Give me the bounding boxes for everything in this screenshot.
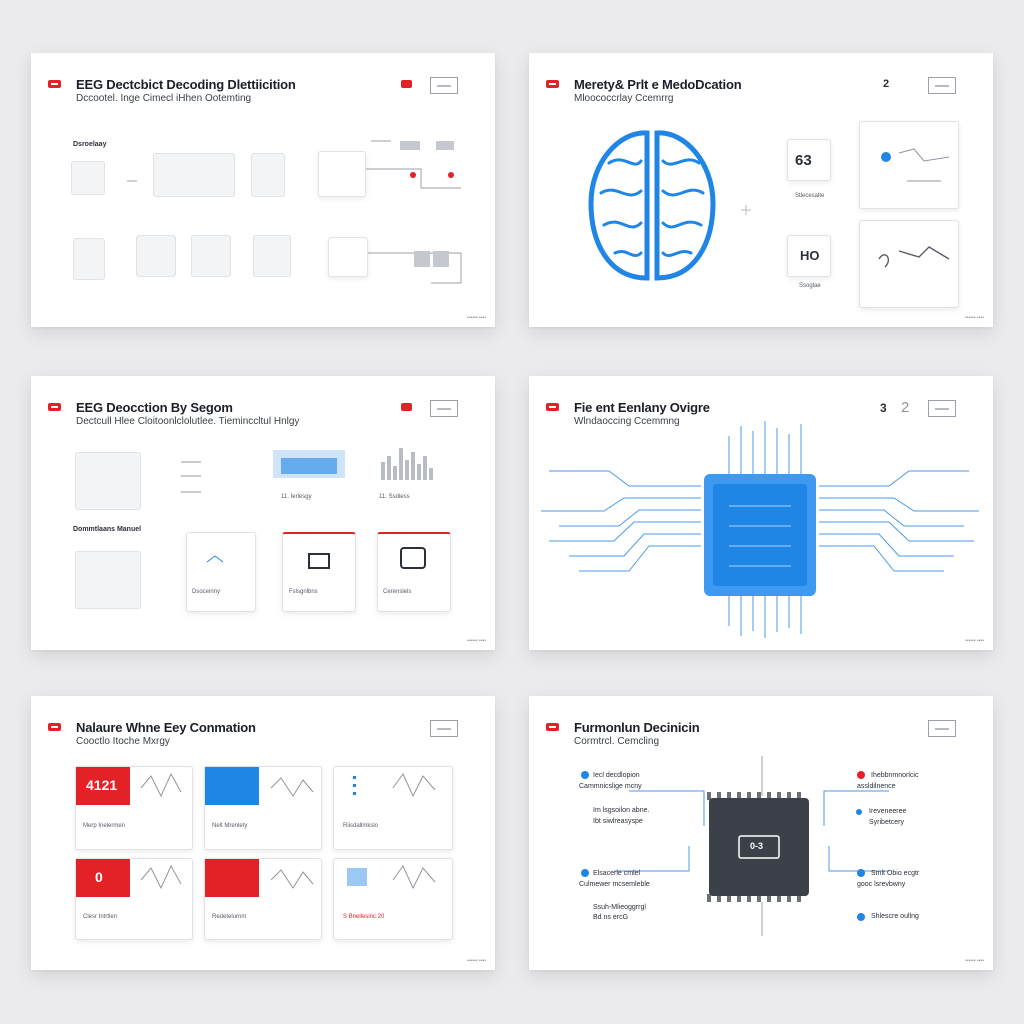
feature-icons xyxy=(206,547,426,569)
slide-footer: •••••• •••• xyxy=(467,958,486,964)
slide-footer: •••••• •••• xyxy=(965,638,984,644)
signal-traces xyxy=(878,148,950,268)
feature-item: Cammnicslige mcny xyxy=(579,783,642,790)
feature-item: Im lsgsoilon abne. xyxy=(593,807,650,814)
slide-footer: •••••• •••• xyxy=(467,638,486,644)
slide-footer: •••••• •••• xyxy=(467,315,486,321)
feature-item: Shlescre oullng xyxy=(871,913,919,920)
slide-memory-medication[interactable]: Merety& Prlt e MedoDcation Mloococcrlay … xyxy=(529,53,993,327)
waveform-icons xyxy=(140,772,436,890)
feature-item: Culmewer mcsemleble xyxy=(579,881,650,888)
chip-label: 0-3 xyxy=(750,841,764,851)
feature-item: Syribetcery xyxy=(869,819,905,826)
feature-item: Bd ns ercG xyxy=(593,914,629,921)
slide-eeg-segmentation[interactable]: EEG Deocction By Segom Dectcull Hlee Clo… xyxy=(31,376,495,650)
slide-footer: •••••• •••• xyxy=(965,958,984,964)
flow-lines xyxy=(127,140,462,284)
feature-item: assldilnence xyxy=(857,783,896,790)
slide-nature-connection[interactable]: Nalaure Whne Eey Conmation Cooctlo Itoch… xyxy=(31,696,495,970)
feature-item: Ihebbnmnorlcic xyxy=(871,772,919,779)
slide-function-decision[interactable]: Furmonlun Decinicin Cormtrcl. Cemcling 0… xyxy=(529,696,993,970)
chip-diagram xyxy=(581,756,889,936)
feature-item: Ibt siwlreasyspe xyxy=(593,818,643,825)
processor-chip-icon xyxy=(541,421,979,638)
feature-item: Smlt Obio ecgtr xyxy=(871,870,920,877)
feature-item: gooc lsrevbwny xyxy=(857,881,906,888)
feature-item: Elsacerle cmlel xyxy=(593,870,641,877)
slide-chip-overview[interactable]: Fie ent Eenlany Ovigre Wlndaoccing Ccemm… xyxy=(529,376,993,650)
feature-item: Ssuh-Mlieoggrrgl xyxy=(593,904,646,911)
slide-eeg-decoding[interactable]: EEG Dectcbict Decoding Dlettiicition Dcc… xyxy=(31,53,495,327)
slide-footer: •••••• •••• xyxy=(965,315,984,321)
feature-item: Iecl decdlopion xyxy=(593,772,640,779)
feature-item: Ireveneeree xyxy=(869,808,907,815)
